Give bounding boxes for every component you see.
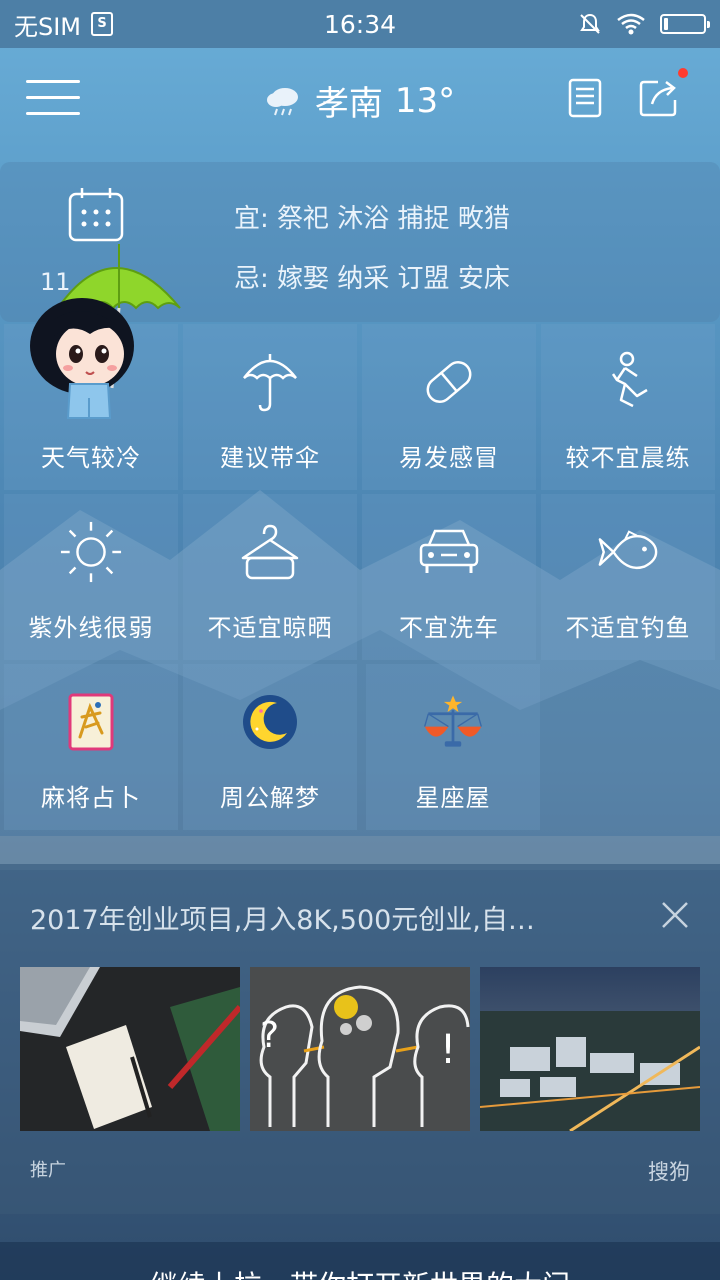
fish-icon (598, 530, 658, 570)
tile-label: 不宜洗车 (399, 614, 499, 642)
clock: 16:34 (323, 9, 397, 39)
svg-text:?: ? (260, 1015, 279, 1056)
share-icon[interactable] (638, 76, 682, 118)
carrier-text: 无SIM (14, 12, 82, 41)
location-weather[interactable]: 孝南 13° (0, 76, 720, 125)
ad-card[interactable]: 2017年创业项目,月入8K,500元创业,自… ? ! 推广 搜狗 (0, 864, 720, 1214)
tile-drying[interactable]: 不适宜晾晒 (183, 494, 357, 660)
sun-icon (60, 521, 122, 583)
tile-uv[interactable]: 紫外线很弱 (4, 494, 178, 660)
car-icon (419, 529, 479, 573)
almanac-ji: 忌: 嫁娶 纳采 订盟 安床 (234, 264, 510, 294)
tile-dream[interactable]: 周公解梦 (183, 664, 357, 830)
moon-icon (243, 695, 297, 749)
news-document-icon[interactable] (568, 78, 604, 118)
city-name: 孝南 (314, 84, 383, 124)
svg-text:!: ! (440, 1027, 456, 1073)
libra-icon (423, 695, 483, 747)
pill-icon (426, 361, 472, 403)
tile-exercise[interactable]: 较不宜晨练 (541, 324, 715, 490)
cloud-rain-icon (266, 87, 298, 115)
sim-icon: S (91, 12, 114, 36)
tile-label: 易发感冒 (399, 444, 499, 472)
tile-label: 不适宜晾晒 (207, 614, 333, 642)
pull-up-text: 继续上拉，带你打开新世界的大门 (0, 1264, 720, 1280)
ad-tag: 推广 (30, 1160, 66, 1181)
city-aerial-image[interactable] (480, 967, 700, 1131)
tile-label: 建议带伞 (220, 444, 320, 472)
laptop-desk-image[interactable] (20, 967, 240, 1131)
notification-dot (678, 68, 688, 78)
temperature: 13° (394, 80, 456, 121)
tile-fishing[interactable]: 不适宜钓鱼 (541, 494, 715, 660)
tile-label: 不适宜钓鱼 (565, 614, 691, 642)
almanac-yi: 宜: 祭祀 沐浴 捕捉 畋猎 (234, 204, 510, 234)
status-bar: 无SIM S 16:34 (0, 0, 720, 48)
mute-bell-icon (580, 13, 600, 34)
thinking-heads-image[interactable]: ? ! (250, 967, 470, 1131)
wifi-icon (617, 13, 645, 35)
battery-icon (660, 14, 710, 34)
tile-label: 星座屋 (415, 784, 491, 812)
tile-label: 紫外线很弱 (28, 614, 154, 642)
tile-carwash[interactable]: 不宜洗车 (362, 494, 536, 660)
umbrella-mascot[interactable] (24, 238, 184, 423)
section-divider (0, 836, 720, 864)
mahjong-icon (68, 693, 114, 751)
header: 孝南 13° (0, 48, 720, 158)
hanger-icon (241, 524, 299, 580)
pull-up-prompt[interactable]: 继续上拉，带你打开新世界的大门 (0, 1242, 720, 1280)
ad-source: 搜狗 (648, 1160, 690, 1184)
tile-label: 较不宜晨练 (565, 444, 691, 472)
ad-headline[interactable]: 2017年创业项目,月入8K,500元创业,自… (30, 898, 590, 937)
running-icon (611, 351, 648, 408)
close-icon[interactable] (660, 900, 690, 930)
tile-cold[interactable]: 易发感冒 (362, 324, 536, 490)
tile-label: 麻将占卜 (41, 784, 141, 812)
umbrella-icon (243, 354, 297, 412)
tile-umbrella[interactable]: 建议带伞 (183, 324, 357, 490)
tile-label: 天气较冷 (41, 444, 141, 472)
tile-mahjong[interactable]: 麻将占卜 (4, 664, 178, 830)
tile-label: 周公解梦 (220, 784, 320, 812)
tile-horoscope[interactable]: 星座屋 (366, 664, 540, 830)
calendar-icon (68, 188, 124, 242)
